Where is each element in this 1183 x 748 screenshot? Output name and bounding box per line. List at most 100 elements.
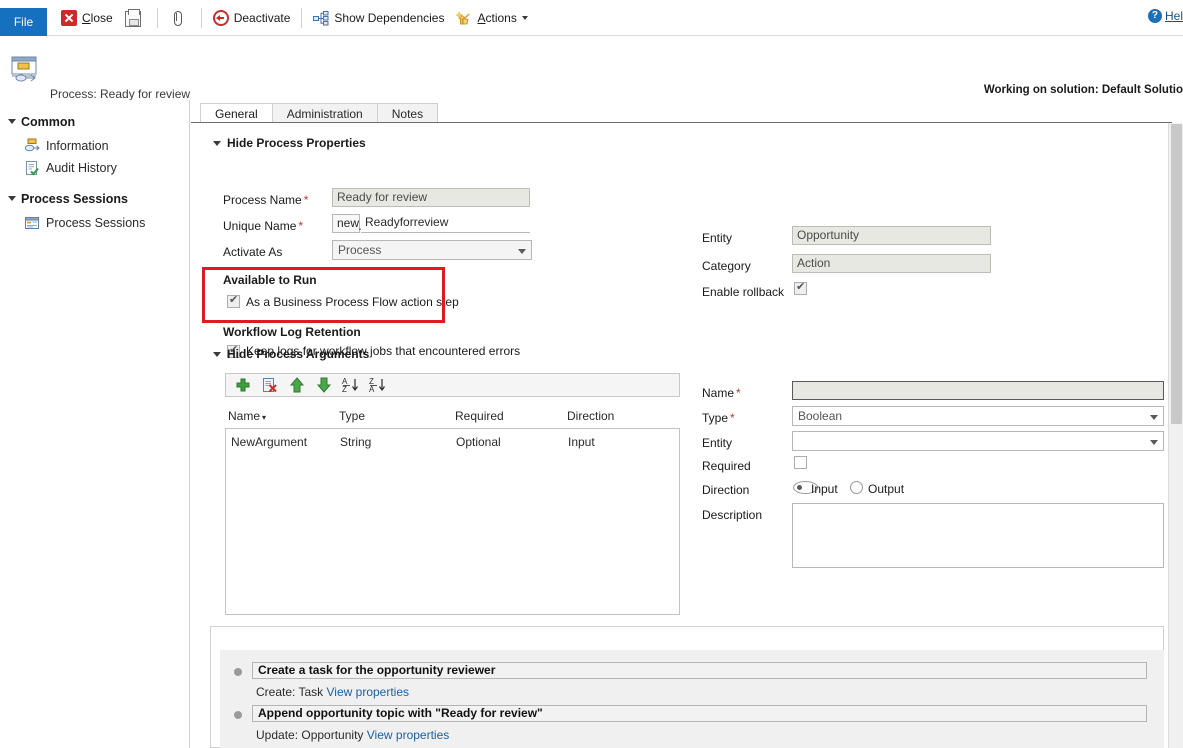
chevron-down-icon — [522, 16, 528, 20]
argument-type-select[interactable]: Boolean — [792, 406, 1164, 426]
scrollbar-thumb[interactable] — [1171, 124, 1182, 424]
direction-output-radio[interactable] — [850, 481, 863, 494]
sidebar-item-audit-history[interactable]: Audit History — [0, 157, 189, 179]
enable-rollback-label: Enable rollback — [702, 285, 784, 299]
step-action: Create: — [256, 685, 295, 699]
argument-name-input[interactable] — [792, 381, 1164, 400]
argument-entity-select[interactable] — [792, 431, 1164, 451]
delete-document-icon[interactable] — [261, 376, 279, 394]
arrow-up-icon[interactable] — [288, 376, 306, 394]
arguments-grid: NewArgument String Optional Input — [225, 428, 680, 615]
required-marker: * — [736, 386, 741, 400]
sidebar-item-process-sessions[interactable]: Process Sessions — [0, 212, 189, 234]
step-bullet-icon — [234, 668, 242, 676]
column-header-type[interactable]: Type — [339, 409, 365, 423]
plus-icon[interactable] — [234, 376, 252, 394]
table-row[interactable]: NewArgument String Optional Input — [226, 433, 679, 451]
required-marker: * — [730, 411, 735, 425]
file-button[interactable]: File — [0, 8, 47, 36]
argument-description-label: Description — [702, 508, 762, 522]
cell-type: String — [340, 435, 456, 449]
argument-description-textarea[interactable] — [792, 503, 1164, 568]
bpf-action-step-checkbox[interactable] — [227, 295, 240, 308]
hide-process-properties-toggle[interactable]: Hide Process Properties — [213, 136, 366, 150]
actions-button[interactable]: Actions — [450, 0, 533, 36]
form-content: General Administration Notes Hide Proces… — [191, 100, 1183, 748]
sidebar-item-information[interactable]: Information — [0, 135, 189, 157]
vertical-scrollbar[interactable] — [1168, 123, 1183, 748]
argument-type-label: Type* — [702, 411, 735, 425]
column-header-required[interactable]: Required — [455, 409, 504, 423]
process-name-label: Process Name* — [223, 193, 308, 207]
print-report-button[interactable] — [119, 0, 152, 36]
step-bullet-icon — [234, 711, 242, 719]
command-bar: File Close Deactivate — [0, 0, 1183, 36]
arguments-toolbar: A Z Z A — [225, 373, 680, 397]
step-target: Opportunity — [301, 728, 363, 742]
argument-required-checkbox[interactable] — [794, 456, 807, 469]
step-title[interactable]: Create a task for the opportunity review… — [252, 662, 1147, 679]
unique-name-input[interactable]: Readyforreview — [361, 214, 530, 233]
sort-indicator-icon: ▾ — [262, 413, 266, 422]
print-report-icon — [125, 11, 141, 27]
nav-group-common[interactable]: Common — [0, 112, 189, 131]
process-icon — [24, 138, 40, 154]
attach-button[interactable] — [163, 0, 196, 36]
view-properties-link[interactable]: View properties — [327, 685, 410, 699]
nav-group-process-sessions[interactable]: Process Sessions — [0, 189, 189, 208]
show-dependencies-button[interactable]: Show Dependencies — [307, 0, 450, 36]
entity-label: Entity — [702, 231, 732, 245]
argument-direction-label: Direction — [702, 483, 749, 497]
direction-output-label: Output — [868, 482, 904, 496]
record-subtitle: Process: Ready for review — [50, 87, 190, 101]
tab-strip: General Administration Notes — [200, 102, 437, 124]
show-dependencies-label: Show Dependencies — [334, 10, 444, 26]
divider — [157, 8, 158, 28]
process-record-icon — [10, 56, 40, 84]
activate-as-select[interactable]: Process — [332, 240, 532, 260]
sidebar-item-audit-history-label: Audit History — [46, 161, 117, 175]
help-icon: ? — [1148, 9, 1162, 23]
sort-za-icon[interactable]: Z A — [369, 376, 387, 394]
help-link[interactable]: ? Hel — [1148, 9, 1183, 23]
enable-rollback-checkbox[interactable] — [794, 282, 807, 295]
sidebar-item-information-label: Information — [46, 139, 109, 153]
divider — [301, 8, 302, 28]
svg-text:Z: Z — [342, 385, 347, 394]
nav-group-process-sessions-label: Process Sessions — [21, 192, 128, 206]
argument-type-value: Boolean — [798, 409, 842, 423]
workflow-steps-panel: Create a task for the opportunity review… — [210, 626, 1164, 748]
sidebar-item-process-sessions-label: Process Sessions — [46, 216, 145, 230]
bpf-action-step-label: As a Business Process Flow action step — [246, 295, 459, 309]
deactivate-button[interactable]: Deactivate — [207, 0, 297, 36]
triangle-collapse-icon — [213, 352, 221, 357]
column-header-direction[interactable]: Direction — [567, 409, 614, 423]
left-navigation: Common Information Audit History — [0, 100, 190, 748]
required-marker: * — [304, 193, 309, 207]
cell-direction: Input — [568, 435, 668, 449]
argument-required-label: Required — [702, 459, 751, 473]
column-header-name[interactable]: Name▾ — [228, 409, 266, 423]
step-title[interactable]: Append opportunity topic with "Ready for… — [252, 705, 1147, 722]
command-group: Close Deactivate — [55, 0, 534, 36]
help-label: Hel — [1165, 9, 1183, 23]
step-action: Update: — [256, 728, 298, 742]
hide-process-properties-label: Hide Process Properties — [227, 136, 366, 150]
arrow-down-icon[interactable] — [315, 376, 333, 394]
workflow-log-retention-label: Workflow Log Retention — [223, 325, 361, 339]
hide-process-arguments-label: Hide Process Arguments — [227, 347, 369, 361]
triangle-collapse-icon — [8, 119, 16, 124]
sort-az-icon[interactable]: A Z — [342, 376, 360, 394]
category-label: Category — [702, 259, 751, 273]
close-icon — [61, 10, 77, 26]
process-name-input[interactable]: Ready for review — [332, 188, 530, 207]
hide-process-arguments-toggle[interactable]: Hide Process Arguments — [213, 347, 369, 361]
chevron-down-icon — [1150, 440, 1158, 445]
direction-input-label: Input — [811, 482, 838, 496]
triangle-collapse-icon — [213, 141, 221, 146]
view-properties-link[interactable]: View properties — [367, 728, 450, 742]
tab-general[interactable]: General — [200, 103, 273, 124]
tab-administration[interactable]: Administration — [272, 103, 378, 124]
tab-notes[interactable]: Notes — [377, 103, 438, 124]
close-button[interactable]: Close — [55, 0, 119, 36]
